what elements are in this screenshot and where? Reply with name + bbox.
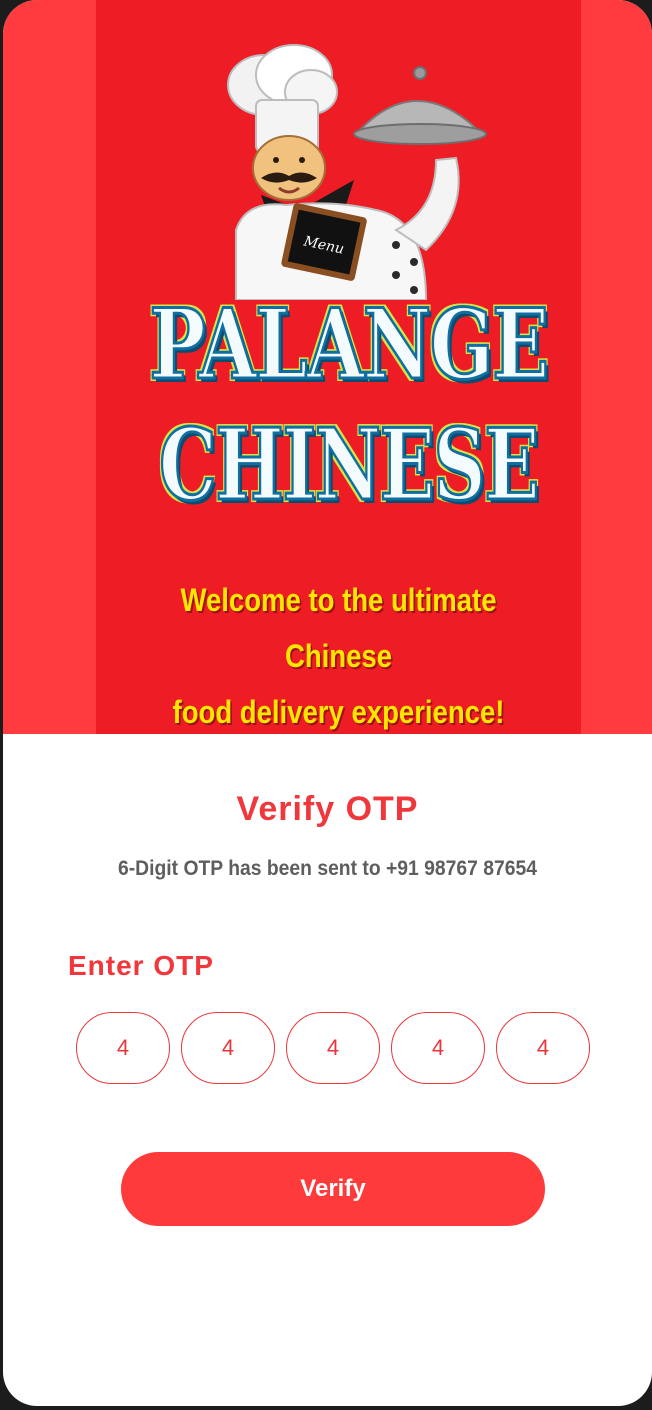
otp-digit-4[interactable]: 4 <box>391 1012 485 1084</box>
brand-logo-line1: PALANGE <box>148 287 550 403</box>
otp-digit-5[interactable]: 4 <box>496 1012 590 1084</box>
tagline-line2: food delivery experience! <box>172 694 505 730</box>
otp-digit-2[interactable]: 4 <box>181 1012 275 1084</box>
screen: Menu PALANGE CHINESE Welcome to the ulti… <box>3 0 652 1406</box>
page-title: Verify OTP <box>236 790 419 828</box>
chef-mascot-icon: Menu <box>227 44 487 300</box>
hero-panel: Menu PALANGE CHINESE Welcome to the ulti… <box>96 0 581 734</box>
tagline-line1: Welcome to the ultimate Chinese <box>180 582 497 674</box>
hero-banner: Menu PALANGE CHINESE Welcome to the ulti… <box>3 0 652 734</box>
verify-button[interactable]: Verify <box>121 1152 545 1226</box>
otp-digit-1[interactable]: 4 <box>76 1012 170 1084</box>
otp-digit-3[interactable]: 4 <box>286 1012 380 1084</box>
welcome-tagline: Welcome to the ultimate Chinese food del… <box>130 572 547 740</box>
otp-sent-message: 6-Digit OTP has been sent to +91 98767 8… <box>117 857 537 880</box>
brand-logo-line2: CHINESE <box>158 407 541 525</box>
enter-otp-label: Enter OTP <box>68 950 214 981</box>
